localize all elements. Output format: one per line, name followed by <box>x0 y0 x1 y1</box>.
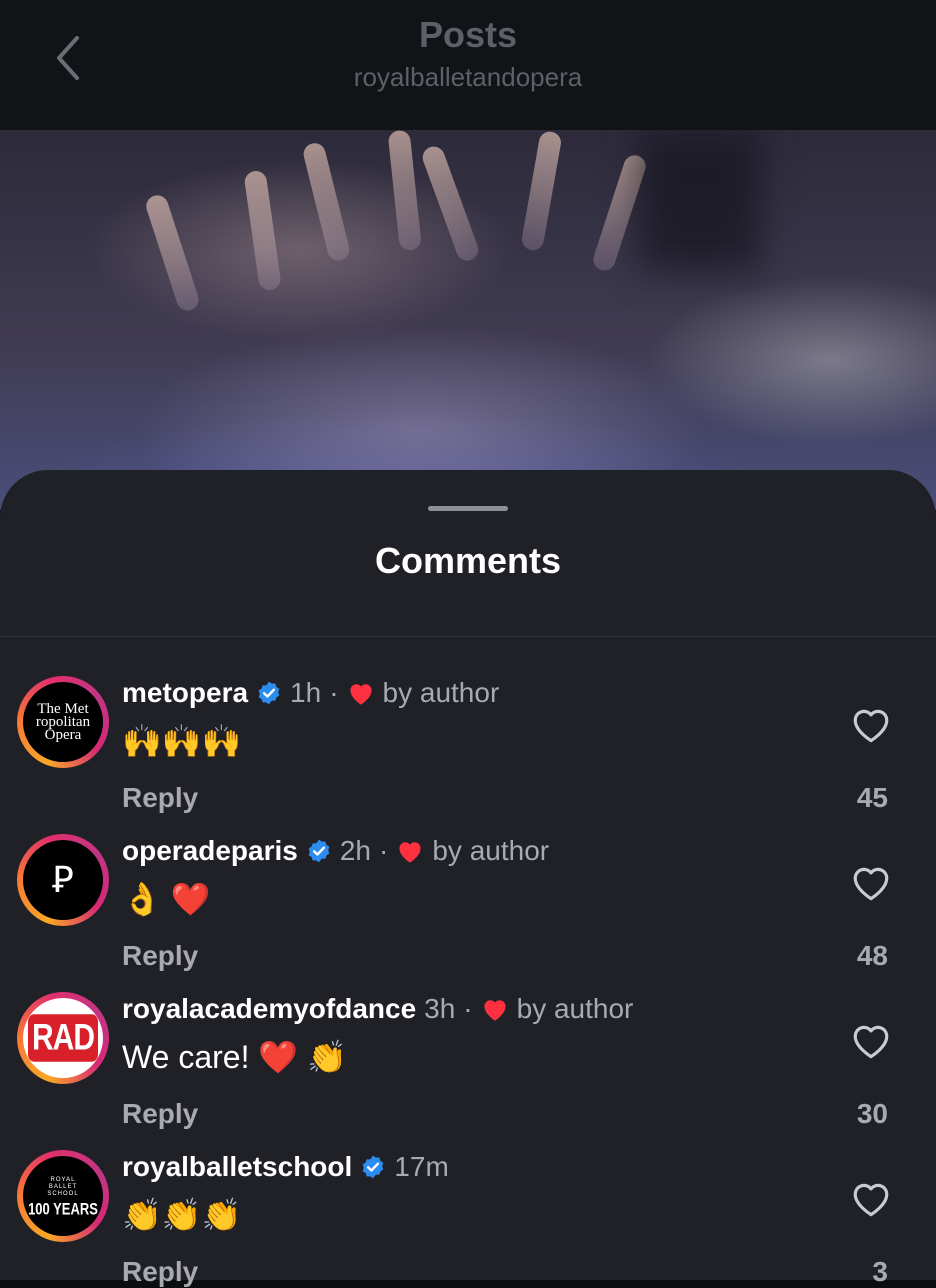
comment-item: The Met ropolitan Opera metopera 1h · by autho… <box>0 660 936 813</box>
comment-username[interactable]: metopera <box>122 677 248 709</box>
like-heart-icon <box>853 1183 889 1217</box>
avatar[interactable]: ROYAL BALLET SCHOOL 100 YEARS <box>17 1150 109 1242</box>
metopera-logo: The Met ropolitan Opera <box>35 700 91 743</box>
liked-by-author-heart <box>481 996 509 1022</box>
comment-username[interactable]: royalacademyofdance <box>122 993 416 1025</box>
separator-dot: · <box>379 835 389 866</box>
comment-text: 👌 ❤️ <box>122 881 211 917</box>
verified-badge-icon <box>308 839 330 863</box>
drag-handle[interactable] <box>428 506 508 511</box>
royalballetschool-logo: ROYAL BALLET SCHOOL 100 YEARS <box>28 1176 98 1218</box>
avatar[interactable]: The Met ropolitan Opera <box>17 676 109 768</box>
comment-time: 3h <box>424 993 456 1024</box>
comment-text: 🙌🙌🙌 <box>122 723 242 759</box>
avatar-image: Ꝑ <box>23 840 103 920</box>
like-count: 3 <box>872 1256 888 1287</box>
comments-sheet: Comments The Met ropolitan Opera metopera 1h… <box>0 470 936 1287</box>
like-button[interactable] <box>850 1178 892 1218</box>
comment-meta: operadeparis 2h · by author <box>122 834 549 868</box>
comment-text: 👏👏👏 <box>122 1197 242 1233</box>
author-heart-icon <box>399 842 421 863</box>
comments-title: Comments <box>374 540 562 581</box>
comment-meta: royalballetschool 17m <box>122 1150 449 1184</box>
account-name: royalballetandopera <box>353 62 583 92</box>
like-heart-icon <box>853 1025 889 1059</box>
by-author-label: by author <box>432 835 550 866</box>
avatar-image: ROYAL BALLET SCHOOL 100 YEARS <box>23 1156 103 1236</box>
verified-badge <box>306 838 332 864</box>
comment-time: 17m <box>394 1151 449 1182</box>
verified-badge-icon <box>258 681 280 705</box>
like-button[interactable] <box>850 704 892 744</box>
rad-logo: RAD <box>28 1014 98 1062</box>
verified-badge-icon <box>363 1155 384 1179</box>
liked-by-author-heart <box>347 680 375 706</box>
like-button[interactable] <box>850 862 892 902</box>
divider <box>0 636 936 637</box>
reply-button[interactable]: Reply <box>122 1098 198 1130</box>
avatar-image: RAD <box>23 998 103 1078</box>
by-author-label: by author <box>516 993 634 1024</box>
like-heart-icon <box>853 867 889 901</box>
top-bar: Posts royalballetandopera <box>0 0 936 130</box>
liked-by-author-heart <box>396 838 424 864</box>
comment-item: Ꝑoperadeparis 2h · by author 👌 ❤️ Reply 48 <box>0 818 936 971</box>
verified-badge <box>360 1154 386 1180</box>
comment-time: 1h <box>290 677 322 708</box>
comment-meta: metopera 1h · by author <box>122 676 499 710</box>
avatar[interactable]: RAD <box>17 992 109 1084</box>
comment-item: ROYAL BALLET SCHOOL 100 YEARS royalballetsch… <box>0 1134 936 1287</box>
like-count: 45 <box>856 782 888 813</box>
like-count: 30 <box>856 1098 888 1129</box>
avatar[interactable]: Ꝑ <box>17 834 109 926</box>
author-heart-icon <box>349 684 372 705</box>
reply-button[interactable]: Reply <box>122 1256 198 1288</box>
page-title: Posts <box>418 14 518 55</box>
comment-item: RAD royalacademyofdance 3h · by author We car… <box>0 976 936 1129</box>
like-count: 48 <box>856 940 888 971</box>
comment-time: 2h <box>339 835 372 866</box>
by-author-label: by author <box>382 677 500 708</box>
avatar-image: The Met ropolitan Opera <box>23 682 103 762</box>
author-heart-icon <box>484 1000 506 1021</box>
post-media[interactable] <box>0 130 936 510</box>
comment-meta: royalacademyofdance 3h · by author <box>122 992 633 1026</box>
comment-text: We care! ❤️ 👏 <box>122 1039 347 1075</box>
operadeparis-logo: Ꝑ <box>52 860 74 900</box>
verified-badge <box>256 680 282 706</box>
separator-dot: · <box>329 677 339 708</box>
like-heart-icon <box>853 709 889 743</box>
like-button[interactable] <box>850 1020 892 1060</box>
reply-button[interactable]: Reply <box>122 940 198 972</box>
separator-dot: · <box>463 993 473 1024</box>
comment-username[interactable]: operadeparis <box>122 835 298 867</box>
comment-username[interactable]: royalballetschool <box>122 1151 352 1183</box>
reply-button[interactable]: Reply <box>122 782 198 814</box>
